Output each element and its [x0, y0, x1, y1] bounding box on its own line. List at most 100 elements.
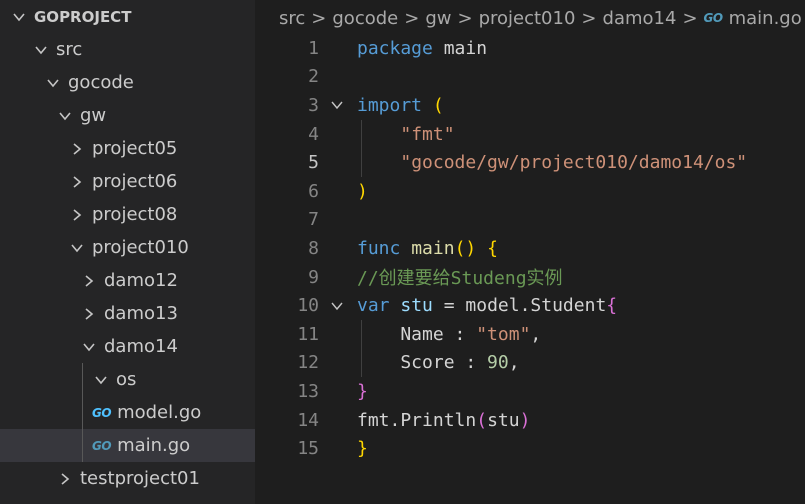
tree-item-label: project010 — [92, 237, 189, 258]
chevron-down-icon[interactable] — [10, 0, 28, 33]
chevron-down-icon[interactable] — [56, 99, 74, 132]
tree-folder-project08[interactable]: project08 — [0, 198, 255, 231]
tree-folder-goproject[interactable]: GOPROJECT — [0, 0, 255, 33]
code-line[interactable]: 10 var stu = model.Student{ — [255, 291, 805, 320]
breadcrumb-separator: > — [581, 7, 597, 29]
chevron-down-icon[interactable] — [80, 330, 98, 363]
code-token: model — [465, 295, 520, 317]
go-file-icon: GO — [703, 11, 724, 25]
chevron-right-icon[interactable] — [68, 132, 86, 165]
code-token: Score : — [357, 352, 488, 374]
tree-folder-gw[interactable]: gw — [0, 99, 255, 132]
code-line[interactable]: 3 import ( — [255, 91, 805, 120]
breadcrumb-separator: > — [457, 7, 473, 29]
line-number: 10 — [297, 295, 319, 317]
breadcrumb-item[interactable]: src — [279, 8, 305, 29]
tree-folder-damo14[interactable]: damo14 — [0, 330, 255, 363]
code-line[interactable]: 12 Score : 90, — [255, 349, 805, 378]
tree-folder-damo12[interactable]: damo12 — [0, 264, 255, 297]
code-text: ) — [357, 181, 368, 202]
breadcrumb-file[interactable]: main.go — [729, 8, 802, 29]
code-text: //创建要给Studeng实例 — [357, 264, 563, 290]
tree-folder-project06[interactable]: project06 — [0, 165, 255, 198]
fold-chevron-icon[interactable] — [329, 299, 345, 313]
code-token: //创建要给Studeng实例 — [357, 268, 563, 290]
code-token: ( — [476, 409, 488, 431]
tree-folder-gocode[interactable]: gocode — [0, 66, 255, 99]
tree-item-label: main.go — [117, 435, 191, 456]
code-token: main — [432, 37, 488, 59]
code-token: , — [530, 323, 542, 345]
line-number: 5 — [308, 152, 319, 174]
code-line[interactable]: 9 //创建要给Studeng实例 — [255, 263, 805, 292]
code-line[interactable]: 13} — [255, 377, 805, 406]
chevron-right-icon[interactable] — [68, 198, 86, 231]
code-line[interactable]: 1 package main — [255, 34, 805, 63]
tree-item-label: testproject01 — [80, 468, 200, 489]
chevron-right-icon[interactable] — [56, 462, 74, 495]
tree-folder-damo13[interactable]: damo13 — [0, 297, 255, 330]
breadcrumb-item[interactable]: project010 — [479, 8, 576, 29]
code-line[interactable]: 2 — [255, 63, 805, 92]
tree-item-label: model.go — [117, 402, 202, 423]
fold-chevron-icon[interactable] — [329, 98, 345, 112]
code-text: } — [357, 381, 368, 402]
tree-item-label: damo14 — [104, 336, 178, 357]
line-number: 13 — [297, 380, 319, 402]
code-text: package main — [357, 38, 487, 59]
tree-folder-project010[interactable]: project010 — [0, 231, 255, 264]
code-line[interactable]: 15} — [255, 434, 805, 463]
tree-file-main-go[interactable]: GO main.go — [0, 429, 255, 462]
chevron-right-icon[interactable] — [80, 264, 98, 297]
tree-file-model-go[interactable]: GO model.go — [0, 396, 255, 429]
code-token: } — [357, 438, 368, 460]
tree-item-label: project08 — [92, 204, 178, 225]
tree-folder-project05[interactable]: project05 — [0, 132, 255, 165]
code-text: } — [357, 438, 368, 459]
tree-item-label: project06 — [92, 171, 178, 192]
code-token: stu — [400, 295, 433, 317]
code-line[interactable]: 7 — [255, 206, 805, 235]
code-token: import — [357, 94, 423, 116]
tree-folder-testproject01[interactable]: testproject01 — [0, 462, 255, 495]
code-token: () — [454, 237, 477, 259]
code-indent-guide — [361, 119, 362, 177]
code-line[interactable]: 4 "fmt" — [255, 120, 805, 149]
tree-indent-guide — [82, 363, 83, 462]
chevron-right-icon[interactable] — [68, 165, 86, 198]
breadcrumb-item[interactable]: gocode — [332, 8, 398, 29]
breadcrumb-separator: > — [404, 7, 420, 29]
tree-item-label: gocode — [68, 72, 134, 93]
explorer-panel: GOPROJECT src gocode gw project05 project06 pr… — [0, 0, 255, 504]
go-file-icon: GO — [92, 438, 112, 453]
code-token: = — [432, 295, 466, 317]
code-token: } — [357, 380, 368, 402]
chevron-down-icon[interactable] — [68, 231, 86, 264]
chevron-down-icon[interactable] — [92, 363, 110, 396]
code-token: fmt.Println — [357, 409, 477, 431]
breadcrumb-item[interactable]: gw — [425, 8, 451, 29]
chevron-right-icon[interactable] — [80, 297, 98, 330]
tree-folder-os[interactable]: os — [0, 363, 255, 396]
tree-folder-src[interactable]: src — [0, 33, 255, 66]
line-number: 14 — [297, 409, 319, 431]
breadcrumb-item[interactable]: damo14 — [603, 8, 677, 29]
tree-item-label: src — [56, 39, 83, 60]
tree-item-label: project05 — [92, 138, 178, 159]
code-text: "fmt" — [357, 124, 454, 145]
tree-item-label: gw — [80, 105, 107, 126]
code-token: ) — [357, 180, 368, 202]
code-line[interactable]: 8 func main() { — [255, 234, 805, 263]
tree-item-label: damo13 — [104, 303, 178, 324]
chevron-down-icon[interactable] — [44, 66, 62, 99]
code-line[interactable]: 14 fmt.Println(stu) — [255, 406, 805, 435]
code-text: fmt.Println(stu) — [357, 410, 530, 431]
code-line[interactable]: 6) — [255, 177, 805, 206]
code-line[interactable]: 11 Name : "tom", — [255, 320, 805, 349]
code-token: , — [508, 352, 520, 374]
code-line[interactable]: 5 "gocode/gw/project010/damo14/os" — [255, 148, 805, 177]
chevron-down-icon[interactable] — [32, 33, 50, 66]
line-number: 6 — [308, 180, 319, 202]
